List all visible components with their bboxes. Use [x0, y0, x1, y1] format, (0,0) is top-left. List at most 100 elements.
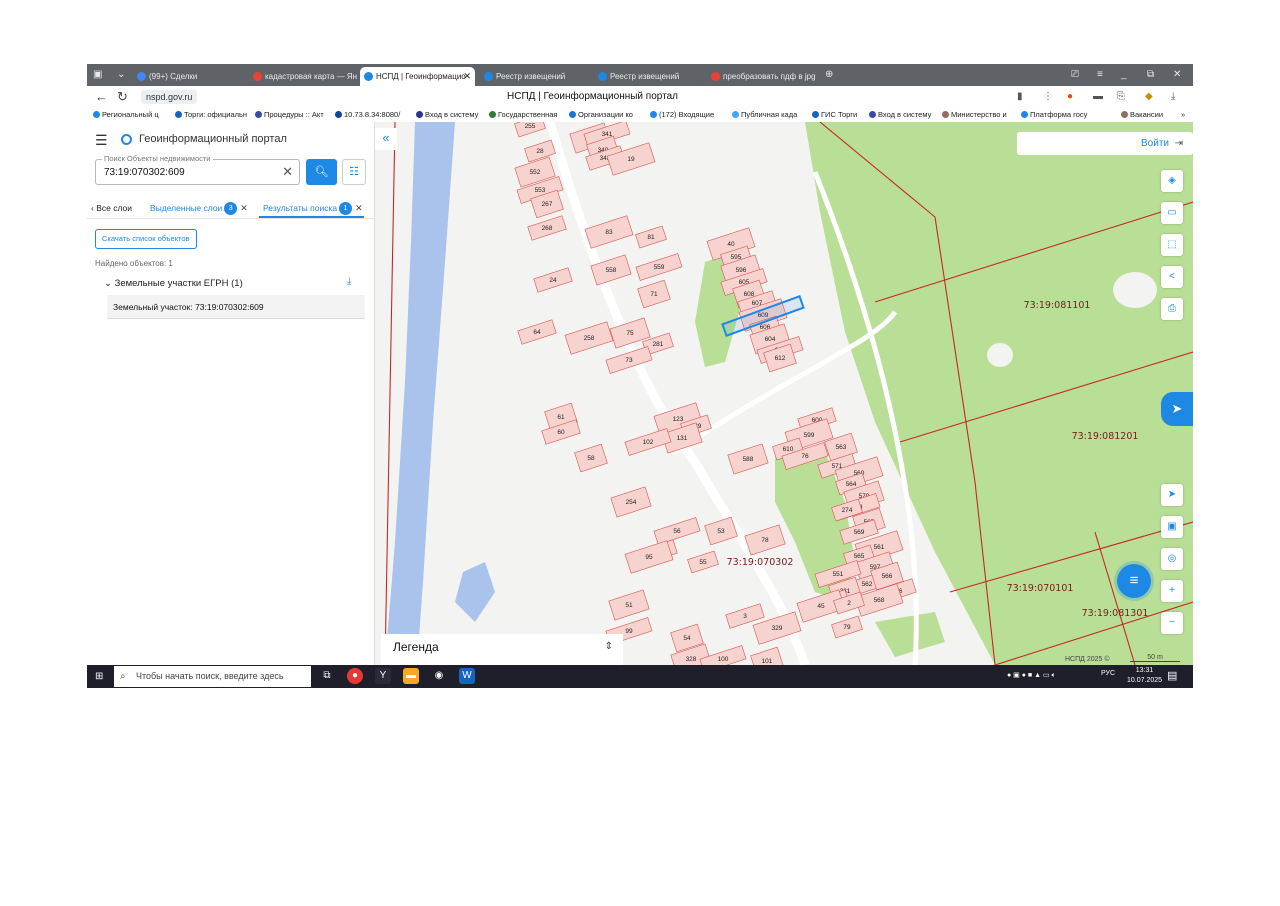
bookmark-item[interactable]: Вакансии	[1121, 108, 1163, 122]
collapse-panel-icon[interactable]: «	[375, 128, 397, 150]
print-icon[interactable]: ⎙	[1161, 298, 1183, 320]
share-icon[interactable]: <	[1161, 266, 1183, 288]
tab-notices-2[interactable]: Реестр извещений	[594, 67, 702, 86]
tabs-dropdown-icon[interactable]: ⌄	[117, 64, 125, 86]
legend-panel[interactable]: Легенда ⇕	[381, 634, 623, 665]
bookmark-icon	[1021, 111, 1028, 118]
select-area-icon[interactable]: ⬚	[1161, 234, 1183, 256]
selected-count-badge: 3	[224, 202, 238, 215]
chrome-icon[interactable]: ●	[347, 668, 363, 684]
bookmark-item[interactable]: (172) Входящие	[650, 108, 714, 122]
map-canvas[interactable]: 2553433413403421928552553267268838155855…	[375, 122, 1193, 665]
search-button[interactable]: 🔍︎	[306, 159, 337, 185]
bookmark-item[interactable]: Платформа госу	[1021, 108, 1087, 122]
minimap-icon[interactable]: ▣	[1161, 516, 1183, 538]
tab-all-layers[interactable]: ‹ Все слои	[91, 198, 132, 218]
chevron-down-icon: ⌄	[104, 278, 112, 289]
geo-search-icon[interactable]: ◎	[1161, 548, 1183, 570]
file-explorer-icon[interactable]: ▬	[403, 668, 419, 684]
app-icon[interactable]: ◉	[431, 668, 447, 684]
bookmark-item[interactable]: Вход в систему	[869, 108, 931, 122]
group-download-icon[interactable]: ⤓	[347, 276, 351, 287]
tab-favicon-icon	[484, 72, 493, 82]
word-icon[interactable]: W	[459, 668, 475, 684]
bookmark-item[interactable]: Процедуры :: Акт	[255, 108, 324, 122]
browser-menu-icon[interactable]: ▣	[93, 64, 102, 86]
parcel-label: 102	[643, 439, 654, 446]
filter-button[interactable]: ☷	[342, 159, 366, 185]
bookmark-label: Министерство и	[951, 110, 1007, 119]
bookmark-icon	[335, 111, 342, 118]
bookmark-item[interactable]: 10.73.8.34:8080/	[335, 108, 400, 122]
extension-icon[interactable]: ●	[1067, 90, 1073, 104]
tab-selected-layers[interactable]: Выделенные слои 3 ✕	[150, 198, 248, 218]
download-icon[interactable]: ⤓	[1171, 90, 1175, 104]
bookmark-item[interactable]: Региональный ц	[93, 108, 159, 122]
tab-results-close-icon[interactable]: ✕	[355, 203, 363, 213]
reload-icon[interactable]: ↻	[117, 88, 128, 106]
task-view-icon[interactable]: ⧉	[319, 668, 335, 684]
map-view[interactable]: 2553433413403421928552553267268838155855…	[375, 122, 1193, 665]
tab-deals[interactable]: (99+) Сделки	[133, 67, 241, 86]
bookmark-label: 10.73.8.34:8080/	[344, 110, 401, 119]
notifications-icon[interactable]: ▤	[1167, 669, 1177, 682]
bookmark-item[interactable]: Вход в систему	[416, 108, 478, 122]
new-tab-icon[interactable]: ⊕	[825, 64, 833, 86]
adblock-icon[interactable]: ▬	[1093, 90, 1103, 104]
system-tray-icon[interactable]: ● ▣ ● ■ ▲ ▭ 🔈︎	[1007, 669, 1056, 683]
bookmark-item[interactable]: Государственная	[489, 108, 557, 122]
hamburger-icon[interactable]: ≡	[1097, 64, 1103, 86]
windows-start-icon[interactable]: ⊞	[95, 671, 103, 682]
layers-icon[interactable]: ◈	[1161, 170, 1183, 192]
locate-icon[interactable]: ➤	[1161, 484, 1183, 506]
window-close-icon[interactable]: ✕	[1173, 64, 1181, 86]
clear-icon[interactable]: ✕	[282, 164, 293, 180]
reader-icon[interactable]: ⎘	[1117, 90, 1125, 104]
search-field[interactable]: Поиск Объекты недвижимости 73:19:070302:…	[95, 154, 300, 185]
login-button[interactable]: Войти ⇥	[1017, 132, 1193, 155]
tab-pdf-to-jpg[interactable]: преобразовать пдф в jpg	[707, 67, 817, 86]
legend-toggle-icon[interactable]: ⇕	[605, 634, 613, 660]
taskbar-clock[interactable]: 13:31 10.07.2025	[1127, 666, 1162, 686]
assistant-icon[interactable]: ➤	[1161, 392, 1193, 426]
tab-notices-1[interactable]: Реестр извещений	[480, 67, 588, 86]
tab-nspd[interactable]: НСПД | Геоинформацио ✕	[360, 67, 475, 86]
bookmark-label: Процедуры :: Акт	[264, 110, 324, 119]
zoom-in-icon[interactable]: +	[1161, 580, 1183, 602]
tab-selected-layers-label: Выделенные слои	[150, 203, 223, 213]
result-item[interactable]: Земельный участок: 73:19:070302:609	[107, 295, 365, 319]
yandex-browser-icon[interactable]: Y	[375, 668, 391, 684]
tab-close-icon[interactable]: ✕	[463, 67, 471, 86]
parcel-label: 95	[645, 554, 653, 561]
bookmarks-overflow-icon[interactable]: »	[1181, 108, 1185, 122]
minimize-icon[interactable]: _	[1121, 64, 1127, 86]
chat-icon[interactable]: ≡	[1117, 564, 1151, 598]
zoom-out-icon[interactable]: −	[1161, 612, 1183, 634]
parcel-label: 58	[587, 455, 595, 462]
bookmark-manager-icon[interactable]: ⎚	[1071, 64, 1079, 86]
parcel-label: 71	[650, 291, 658, 298]
url-field[interactable]: nspd.gov.ru	[141, 90, 198, 104]
restore-icon[interactable]: ⧉	[1147, 64, 1154, 86]
tab-cadastral-map[interactable]: кадастровая карта — Ян	[249, 67, 357, 86]
tab-search-results[interactable]: Результаты поиска 1 ✕	[263, 198, 363, 218]
bookmark-item[interactable]: ГИС Торги	[812, 108, 857, 122]
keyboard-language[interactable]: РУС	[1101, 670, 1115, 677]
taskbar-search[interactable]: ⌕ Чтобы начать поиск, введите здесь запро…	[114, 666, 311, 687]
bookmark-item[interactable]: Публичная када	[732, 108, 797, 122]
measure-icon[interactable]: ▭	[1161, 202, 1183, 224]
bookmark-item[interactable]: Министерство и	[942, 108, 1007, 122]
bookmark-item[interactable]: Организации ко	[569, 108, 633, 122]
bookmark-item[interactable]: Торги: официальн	[175, 108, 247, 122]
back-icon[interactable]: ←	[95, 88, 108, 106]
result-group[interactable]: ⌄ Земельные участки ЕГРН (1)	[104, 278, 243, 289]
bookmark-icon[interactable]: ▮	[1017, 90, 1023, 104]
menu-icon[interactable]: ☰	[95, 132, 108, 149]
more-icon[interactable]: ⋮	[1043, 90, 1053, 104]
search-input[interactable]: 73:19:070302:609	[104, 167, 185, 178]
bookmark-icon	[489, 111, 496, 118]
download-list-button[interactable]: Скачать список объектов	[95, 229, 197, 249]
profile-icon[interactable]: ◆	[1145, 90, 1153, 104]
tab-selected-close-icon[interactable]: ✕	[240, 203, 248, 213]
bookmark-label: Государственная	[498, 110, 558, 119]
